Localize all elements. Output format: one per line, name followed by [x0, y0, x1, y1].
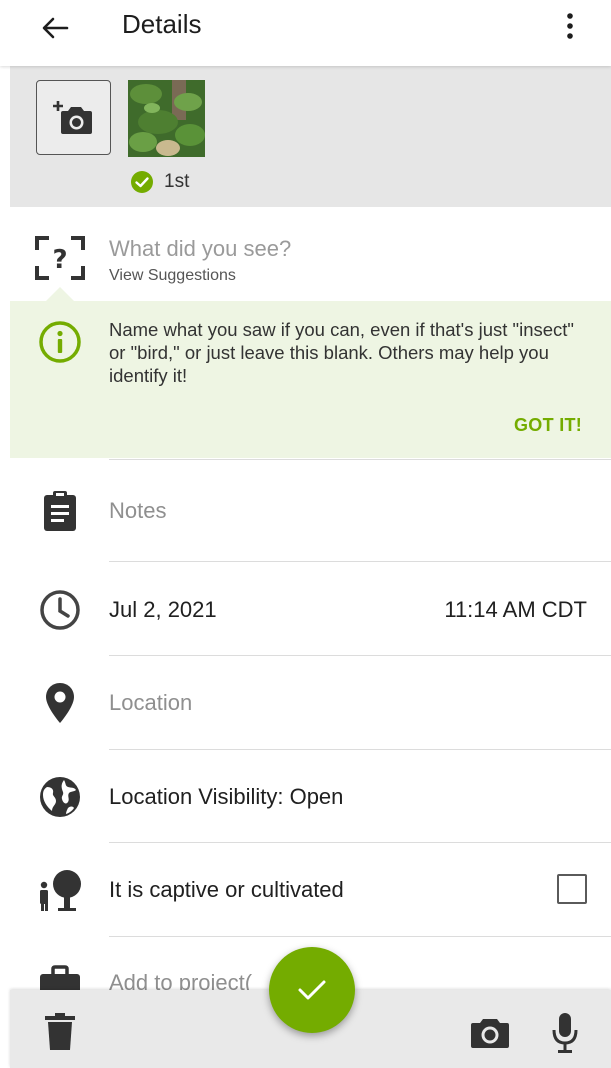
first-photo-label: 1st — [164, 171, 190, 192]
trash-icon — [45, 1013, 75, 1050]
more-options-button[interactable] — [552, 6, 588, 46]
save-observation-button[interactable] — [269, 947, 355, 1033]
check-circle-icon — [131, 171, 153, 193]
time-value[interactable]: 11:14 AM CDT — [444, 597, 587, 623]
camera-icon — [471, 1019, 509, 1048]
species-unknown-icon: ? — [34, 234, 86, 282]
got-it-button[interactable]: GOT IT! — [514, 415, 582, 436]
captive-label: It is captive or cultivated — [109, 877, 344, 902]
info-icon — [38, 320, 82, 364]
first-photo-badge: 1st — [130, 170, 189, 194]
location-pin-icon — [36, 679, 84, 727]
page-title: Details — [122, 9, 202, 39]
location-visibility[interactable]: Location Visibility: Open — [109, 784, 343, 810]
globe-icon — [36, 773, 84, 821]
checkmark-icon — [298, 980, 326, 1000]
divider — [109, 561, 611, 562]
more-vertical-icon — [567, 13, 573, 39]
date-value[interactable]: Jul 2, 2021 — [109, 597, 217, 623]
svg-text:?: ? — [52, 245, 67, 275]
divider — [109, 459, 611, 460]
captive-tree-icon — [36, 866, 84, 914]
divider — [109, 749, 611, 750]
arrow-left-icon — [42, 17, 69, 39]
observation-photo-thumbnail[interactable] — [128, 80, 205, 157]
divider — [109, 936, 611, 937]
divider — [109, 655, 611, 656]
location-input[interactable]: Location — [109, 690, 192, 716]
add-photo-bottom-button[interactable] — [468, 1013, 512, 1053]
add-photo-button[interactable] — [36, 80, 111, 155]
notes-input[interactable]: Notes — [109, 498, 166, 524]
divider — [109, 842, 611, 843]
clock-icon — [36, 586, 84, 634]
back-button[interactable] — [30, 8, 80, 48]
record-audio-button[interactable] — [548, 1010, 582, 1056]
app-bar — [0, 0, 611, 66]
notes-icon — [36, 487, 84, 535]
microphone-icon — [552, 1013, 578, 1053]
captive-checkbox[interactable] — [557, 874, 587, 904]
species-name-input[interactable]: What did you see? — [109, 236, 291, 262]
tip-text: Name what you saw if you can, even if th… — [109, 319, 574, 386]
view-suggestions-link[interactable]: View Suggestions — [109, 267, 236, 285]
delete-button[interactable] — [40, 1010, 80, 1054]
add-photo-camera-icon — [52, 100, 92, 134]
